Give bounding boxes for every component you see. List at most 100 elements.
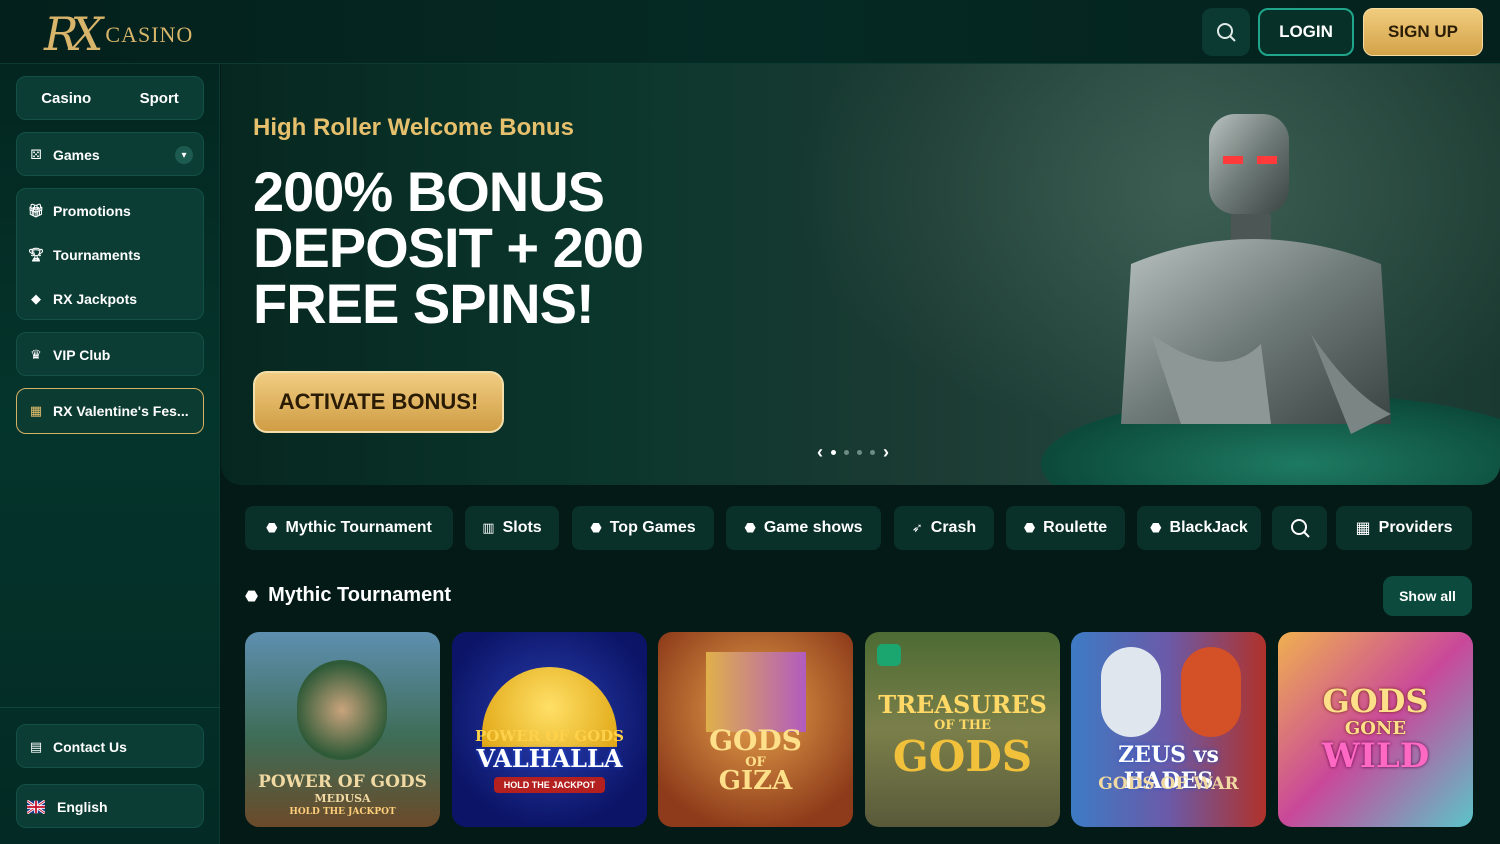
toggle-casino[interactable]: Casino [41,90,91,107]
category-top-games[interactable]: ⬣ Top Games [572,506,714,550]
chip-label: Providers [1378,519,1453,536]
gift-icon: 🎁︎ [27,203,45,218]
hero-subtitle: High Roller Welcome Bonus [253,114,574,141]
jackpot-badge-icon [877,644,901,666]
game-title: POWER OF GODS [475,727,624,745]
game-subtitle: VALHALLA [476,744,623,773]
zeus-art [1101,647,1161,737]
game-subtitle: GODS OF WAR [1098,774,1239,794]
category-search-button[interactable] [1272,506,1327,550]
robot-dealer-image [1121,114,1391,434]
chevron-left-icon[interactable]: ‹ [817,442,823,463]
medusa-art [297,660,387,760]
toggle-sport[interactable]: Sport [140,90,179,107]
category-blackjack[interactable]: ⬣ BlackJack [1137,506,1261,550]
chip-label: Game shows [763,519,863,536]
chip-label: Mythic Tournament [285,519,432,536]
signup-button[interactable]: SIGN UP [1363,8,1483,56]
game-title: POWER OF GODS [258,772,427,792]
trophy-icon: 🏆︎ [27,247,45,262]
category-game-shows[interactable]: ⬣ Game shows [726,506,881,550]
slots-icon: ▥ [482,520,495,535]
sidebar-item-promotions[interactable]: 🎁︎ Promotions [17,189,203,233]
dice-icon: ⚄ [30,147,42,162]
sidebar-group: 🎁︎ Promotions 🏆︎ Tournaments ◆ RX Jackpo… [16,188,204,320]
hero-title-line: FREE SPINS! [253,272,595,335]
game-title: GODS [1322,682,1429,720]
grid-icon: ▦ [1355,520,1371,537]
search-icon [1290,519,1310,538]
helmet-icon: ⬣ [590,520,602,535]
diamond-icon: ◆ [31,291,41,306]
helmet-icon: ⬣ [1023,520,1036,535]
crown-icon: ♛ [30,347,42,362]
game-tile-gods-of-giza[interactable]: GODS OF GIZA [658,632,853,827]
game-tile-power-of-gods-valhalla[interactable]: POWER OF GODS VALHALLA HOLD THE JACKPOT [452,632,647,827]
jackpots-label: RX Jackpots [53,291,138,307]
helmet-icon: ⬣ [266,520,278,535]
tournaments-label: Tournaments [53,247,141,263]
helmet-icon: ⬣ [744,520,756,535]
section-title-label: Mythic Tournament [268,584,452,606]
carousel-dot[interactable] [870,450,875,455]
sidebar-item-vip[interactable]: ♛ VIP Club [16,332,204,376]
logo-text: CASINO [105,22,194,47]
helmet-icon: ⬣ [245,587,259,605]
sidebar-item-contact[interactable]: ▤ Contact Us [16,724,204,768]
sidebar-item-games[interactable]: ⚄ Games ▾ [16,132,204,176]
language-label: English [57,799,108,815]
chip-label: Slots [502,519,542,536]
promotions-label: Promotions [53,203,131,219]
logo-mark: RX [44,7,103,61]
casino-logo[interactable]: RX CASINO [44,6,193,58]
top-header: RX CASINO LOGIN SIGN UP [0,0,1500,64]
category-roulette[interactable]: ⬣ Roulette [1006,506,1125,550]
activate-bonus-button[interactable]: ACTIVATE BONUS! [253,371,504,433]
game-tile-zeus-vs-hades[interactable]: ZEUS vs HADES GODS OF WAR [1071,632,1266,827]
hades-art [1181,647,1241,737]
vip-label: VIP Club [53,347,111,363]
game-tagline: GIZA [718,766,793,796]
carousel-pagination: ‹ › [817,442,889,463]
category-mythic-tournament[interactable]: ⬣ Mythic Tournament [245,506,453,550]
header-search-button[interactable] [1202,8,1250,56]
category-crash[interactable]: ➶ Crash [894,506,994,550]
category-slots[interactable]: ▥ Slots [465,506,559,550]
game-tagline: GODS [892,732,1033,781]
game-tile-power-of-gods-medusa[interactable]: POWER OF GODS MEDUSA HOLD THE JACKPOT [245,632,440,827]
game-subtitle: MEDUSA [314,792,371,805]
language-selector[interactable]: English [16,784,204,828]
sidebar-item-tournaments[interactable]: 🏆︎ Tournaments [17,233,203,277]
carousel-dot[interactable] [857,450,862,455]
game-tagline: WILD [1321,736,1430,776]
sidebar: Casino Sport ⚄ Games ▾ 🎁︎ Promotions 🏆︎ … [0,64,220,844]
chip-label: BlackJack [1169,519,1248,536]
chevron-down-icon[interactable]: ▾ [175,146,193,164]
game-tile-gods-gone-wild[interactable]: GODS GONE WILD [1278,632,1473,827]
hero-title-line: 200% BONUS [253,160,605,223]
calendar-icon: ▦ [29,403,43,418]
login-button[interactable]: LOGIN [1258,8,1354,56]
show-all-button[interactable]: Show all [1383,576,1472,616]
chip-label: Top Games [609,519,696,536]
game-tile-treasures-of-the-gods[interactable]: TREASURES OF THE GODS [865,632,1060,827]
chip-label: Roulette [1043,519,1108,536]
rocket-icon: ➶ [911,520,923,535]
game-subtitle: OF THE [934,718,991,733]
search-icon [1217,23,1236,42]
helmet-icon: ⬣ [1150,520,1162,535]
category-providers[interactable]: ▦ Providers [1336,506,1472,550]
chat-icon: ▤ [29,739,43,754]
game-tagline: HOLD THE JACKPOT [289,807,396,817]
chevron-right-icon[interactable]: › [883,442,889,463]
hero-banner[interactable]: High Roller Welcome Bonus 200% BONUS DEP… [221,64,1500,485]
chip-label: Crash [930,519,977,536]
casino-sport-toggle: Casino Sport [16,76,204,120]
sidebar-item-valentines[interactable]: ▦ RX Valentine's Fes... [16,388,204,434]
carousel-dot[interactable] [831,450,836,455]
sidebar-item-jackpots[interactable]: ◆ RX Jackpots [17,277,203,321]
valentines-label: RX Valentine's Fes... [53,403,189,419]
carousel-dot[interactable] [844,450,849,455]
game-title: TREASURES [878,690,1047,719]
contact-label: Contact Us [53,739,127,755]
